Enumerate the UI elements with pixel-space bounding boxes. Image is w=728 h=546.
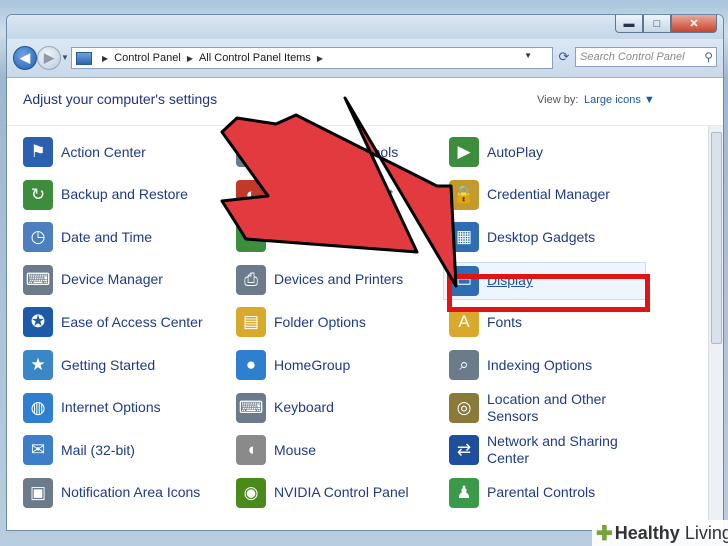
watermark-logo: ✚ Healthy Living xyxy=(592,520,728,546)
pointer-arrow-annotation xyxy=(220,96,458,288)
